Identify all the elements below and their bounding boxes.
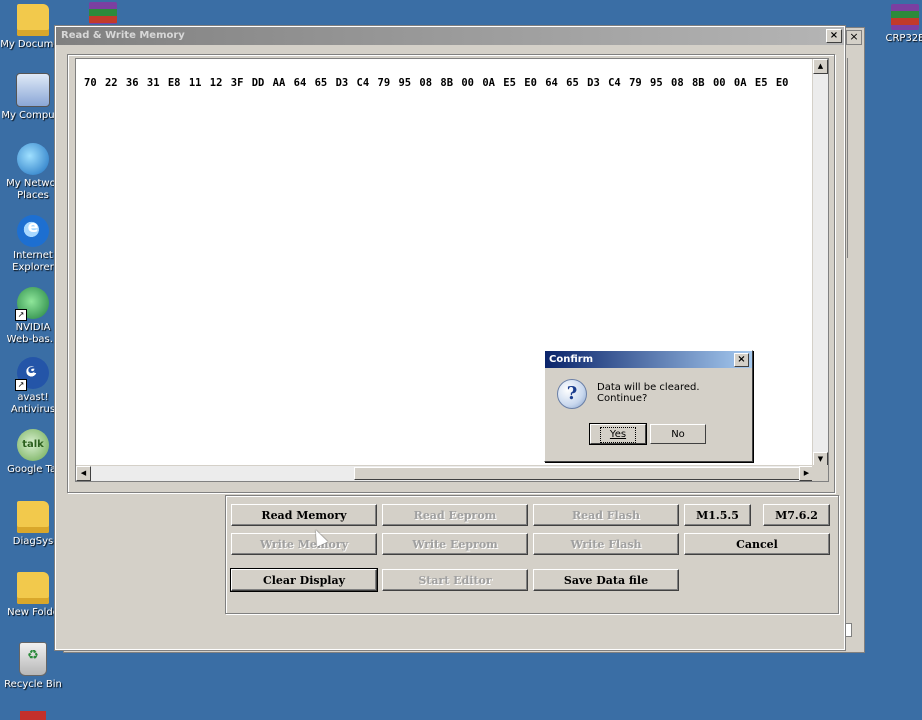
dialog-title: Confirm bbox=[549, 354, 594, 365]
no-button-label: No bbox=[671, 429, 685, 440]
folder-icon bbox=[17, 4, 49, 36]
read-flash-button[interactable]: Read Flash bbox=[533, 504, 679, 526]
scrollbar-corner bbox=[812, 465, 828, 481]
scroll-left-button[interactable]: ◀ bbox=[76, 466, 91, 481]
winrar-icon bbox=[89, 2, 117, 24]
read-write-memory-window: Read & Write Memory × 70 22 36 31 E8 11 … bbox=[54, 25, 846, 651]
desktop-icon-label: Recycle Bin bbox=[4, 679, 62, 690]
write-memory-button[interactable]: Write Memory bbox=[231, 533, 377, 555]
window-titlebar[interactable]: Read & Write Memory × bbox=[56, 27, 844, 45]
question-icon: ? bbox=[557, 379, 587, 409]
m762-button[interactable]: M7.6.2 bbox=[763, 504, 830, 526]
avast-icon: a ↗ bbox=[15, 357, 49, 391]
close-icon: × bbox=[737, 354, 746, 365]
desktop-icon-crp32[interactable]: CRP32E bbox=[880, 4, 922, 45]
window-close-button[interactable]: × bbox=[826, 29, 842, 43]
write-eeprom-button[interactable]: Write Eeprom bbox=[382, 533, 528, 555]
cancel-button[interactable]: Cancel bbox=[684, 533, 830, 555]
recycle-bin-icon: ♻ bbox=[19, 642, 47, 676]
gtalk-icon: talk bbox=[17, 429, 49, 461]
background-window-close-button[interactable]: × bbox=[846, 30, 862, 45]
winrar-icon bbox=[891, 4, 919, 30]
ie-icon: e bbox=[17, 215, 49, 247]
write-flash-button[interactable]: Write Flash bbox=[533, 533, 679, 555]
no-button[interactable]: No bbox=[650, 424, 706, 444]
horizontal-scroll-thumb[interactable] bbox=[354, 467, 806, 480]
desktop-icon-label: CRP32E bbox=[885, 33, 922, 44]
network-icon bbox=[17, 143, 49, 175]
folder-icon bbox=[17, 501, 49, 533]
m155-button[interactable]: M1.5.5 bbox=[684, 504, 751, 526]
read-memory-button[interactable]: Read Memory bbox=[231, 504, 377, 526]
confirm-dialog: Confirm × ? Data will be cleared. Contin… bbox=[544, 350, 753, 462]
folder-icon bbox=[17, 572, 49, 604]
dialog-titlebar[interactable]: Confirm × bbox=[545, 351, 752, 368]
window-title: Read & Write Memory bbox=[61, 30, 185, 41]
start-editor-button[interactable]: Start Editor bbox=[382, 569, 528, 591]
dialog-close-button[interactable]: × bbox=[734, 353, 749, 367]
computer-icon bbox=[16, 73, 50, 107]
yes-button-label: Yes bbox=[599, 427, 637, 443]
close-icon: × bbox=[829, 30, 839, 41]
desktop-icon-partial-bottom[interactable] bbox=[20, 711, 46, 720]
bg-window-scroll-track bbox=[847, 58, 854, 258]
horizontal-scrollbar[interactable]: ◀ ▶ bbox=[76, 465, 814, 481]
nvidia-icon: ↗ bbox=[15, 287, 49, 321]
save-data-file-button[interactable]: Save Data file bbox=[533, 569, 679, 591]
vertical-scrollbar[interactable]: ▲ ▼ bbox=[812, 59, 828, 467]
clear-display-button[interactable]: Clear Display bbox=[230, 568, 378, 592]
scroll-up-button[interactable]: ▲ bbox=[813, 59, 828, 74]
yes-button[interactable]: Yes bbox=[589, 423, 647, 445]
read-eeprom-button[interactable]: Read Eeprom bbox=[382, 504, 528, 526]
shortcut-arrow-icon: ↗ bbox=[15, 309, 27, 321]
shortcut-arrow-icon: ↗ bbox=[15, 379, 27, 391]
dialog-message: Data will be cleared. Continue? bbox=[597, 382, 700, 404]
memory-hex-line: 70 22 36 31 E8 11 12 3F DD AA 64 65 D3 C… bbox=[84, 77, 789, 89]
desktop-icon-winrar-top[interactable] bbox=[70, 2, 136, 27]
